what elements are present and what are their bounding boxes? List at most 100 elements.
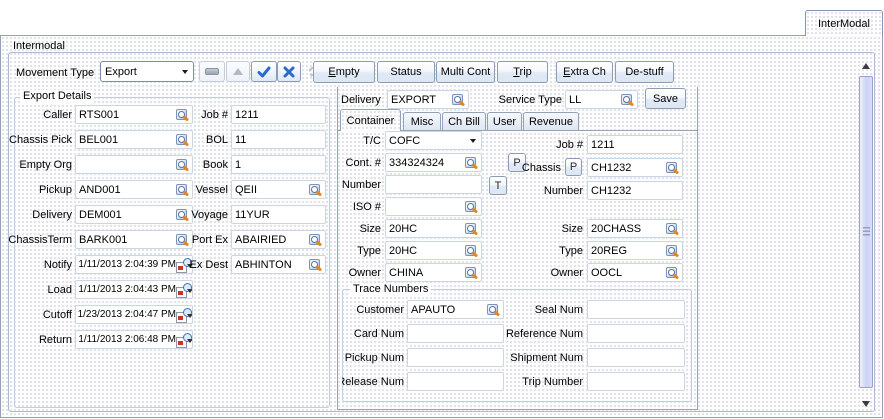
shipment-num-label: Shipment Num <box>495 351 583 365</box>
chassis-job-num-field[interactable]: 1211 <box>587 135 683 154</box>
chassis-owner-label: Owner <box>503 266 583 280</box>
trip-button[interactable]: Trip <box>497 61 548 83</box>
lookup-icon[interactable] <box>465 222 479 236</box>
container-size-field[interactable]: 20HC <box>385 219 482 238</box>
empty-org-field[interactable] <box>75 155 193 174</box>
lookup-icon[interactable] <box>309 183 323 197</box>
seal-num-field[interactable] <box>587 300 685 319</box>
tab-user[interactable]: User <box>487 112 522 130</box>
delivery-type-label: Delivery <box>341 93 385 107</box>
movement-type-value: Export <box>105 66 137 78</box>
pickup-num-field[interactable] <box>407 348 504 367</box>
chassis-type-field[interactable]: 20REG <box>587 241 683 260</box>
chassis-field[interactable]: CH1232 <box>587 158 683 177</box>
cutoff-field[interactable]: 1/23/2013 2:04:47 PM <box>75 305 193 324</box>
datetime-picker-icon[interactable] <box>176 308 192 323</box>
book-field[interactable]: 1 <box>231 155 326 174</box>
vertical-scrollbar[interactable] <box>858 58 875 410</box>
lookup-icon[interactable] <box>666 244 680 258</box>
chassis-term-field[interactable]: BARK001 <box>75 230 193 249</box>
container-number-field[interactable] <box>385 175 482 194</box>
port-ex-label: Port Ex <box>182 233 228 247</box>
container-owner-field[interactable]: CHINA <box>385 263 482 282</box>
card-num-field[interactable] <box>407 324 504 343</box>
dropdown-arrow-icon <box>470 139 476 143</box>
lookup-icon[interactable] <box>452 93 466 107</box>
scroll-down-icon[interactable] <box>862 401 870 407</box>
tc-label: T/C <box>337 134 381 148</box>
minus-icon <box>205 68 219 75</box>
delivery-type-field[interactable]: EXPORT <box>387 90 469 109</box>
lookup-icon[interactable] <box>465 200 479 214</box>
scrollbar-thumb[interactable] <box>859 76 873 388</box>
multi-cont-button[interactable]: Multi Cont <box>436 61 495 83</box>
container-number-label: Number <box>337 178 381 192</box>
seal-num-label: Seal Num <box>495 303 583 317</box>
lookup-icon[interactable] <box>666 161 680 175</box>
save-button[interactable]: Save <box>645 88 686 109</box>
cutoff-label: Cutoff <box>6 308 72 322</box>
delivery-org-field[interactable]: DEM001 <box>75 205 193 224</box>
lookup-icon[interactable] <box>465 266 479 280</box>
cont-num-field[interactable]: 334324324 <box>385 153 482 172</box>
iso-num-label: ISO # <box>337 200 381 214</box>
port-ex-field[interactable]: ABAIRIED <box>231 230 326 249</box>
trip-number-field[interactable] <box>587 372 685 391</box>
shipment-num-field[interactable] <box>587 348 685 367</box>
extra-ch-button[interactable]: Extra Ch <box>556 61 613 83</box>
tab-revenue[interactable]: Revenue <box>523 112 579 130</box>
cancel-button[interactable] <box>277 61 301 82</box>
empty-button[interactable]: Empty <box>313 61 375 83</box>
pickup-label: Pickup <box>6 183 72 197</box>
load-field[interactable]: 1/11/2013 2:04:43 PM <box>75 280 193 299</box>
tc-select[interactable]: COFC <box>385 131 482 150</box>
tab-misc[interactable]: Misc <box>403 112 441 130</box>
return-field[interactable]: 1/11/2013 2:06:48 PM <box>75 330 193 349</box>
service-type-field[interactable]: LL <box>565 90 638 109</box>
chassis-label: Chassis <box>495 161 561 175</box>
notify-field[interactable]: 1/11/2013 2:04:39 PM <box>75 255 193 274</box>
chassis-owner-field[interactable]: OOCL <box>587 263 683 282</box>
lookup-icon[interactable] <box>309 233 323 247</box>
bol-field[interactable]: 11 <box>231 130 326 149</box>
chassis-number-label: Number <box>503 184 583 198</box>
chassis-p-button[interactable]: P <box>565 158 582 176</box>
lookup-icon[interactable] <box>309 258 323 272</box>
datetime-picker-icon[interactable] <box>176 333 192 348</box>
notify-label: Notify <box>6 258 72 272</box>
reference-num-field[interactable] <box>587 324 685 343</box>
lookup-icon[interactable] <box>621 93 635 107</box>
release-num-field[interactable] <box>407 372 504 391</box>
remove-button[interactable] <box>199 61 225 82</box>
movement-type-select[interactable]: Export <box>100 61 194 82</box>
status-button[interactable]: Status <box>377 61 435 83</box>
tab-ch-bill[interactable]: Ch Bill <box>442 112 486 130</box>
datetime-picker-icon[interactable] <box>176 283 192 298</box>
tab-container[interactable]: Container <box>340 109 401 131</box>
tab-intermodal[interactable]: InterModal <box>805 10 883 36</box>
lookup-icon[interactable] <box>465 156 479 170</box>
chassis-size-field[interactable]: 20CHASS <box>587 219 683 238</box>
pickup-field[interactable]: AND001 <box>75 180 193 199</box>
de-stuff-button[interactable]: De-stuff <box>615 61 674 83</box>
caller-field[interactable]: RTS001 <box>75 105 193 124</box>
container-type-field[interactable]: 20HC <box>385 241 482 260</box>
move-up-button[interactable] <box>226 61 250 82</box>
vessel-field[interactable]: QEII <box>231 180 326 199</box>
lookup-icon[interactable] <box>465 244 479 258</box>
chassis-pick-field[interactable]: BEL001 <box>75 130 193 149</box>
lookup-icon[interactable] <box>666 266 680 280</box>
scroll-up-icon[interactable] <box>862 63 870 69</box>
voyage-field[interactable]: 11YUR <box>231 205 326 224</box>
customer-field[interactable]: APAUTO <box>407 300 504 319</box>
lookup-icon[interactable] <box>666 222 680 236</box>
chassis-type-label: Type <box>503 244 583 258</box>
chassis-number-field[interactable]: CH1232 <box>587 181 683 200</box>
ex-dest-field[interactable]: ABHINTON <box>231 255 326 274</box>
iso-num-field[interactable] <box>385 197 482 216</box>
job-num-field[interactable]: 1211 <box>231 105 326 124</box>
load-label: Load <box>6 283 72 297</box>
confirm-button[interactable] <box>251 61 277 82</box>
empty-org-label: Empty Org <box>6 158 72 172</box>
release-num-label: Release Num <box>342 375 404 389</box>
